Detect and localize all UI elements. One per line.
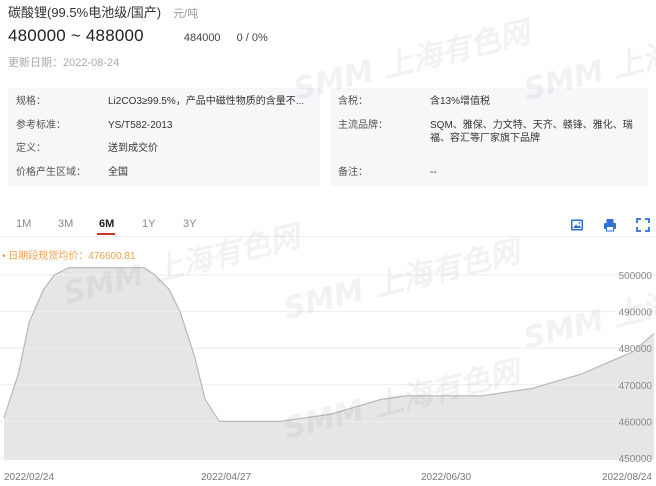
- y-tick-label: 460000: [619, 417, 653, 428]
- tab-3m[interactable]: 3M: [58, 218, 73, 230]
- unit-label: 元/吨: [173, 8, 199, 20]
- y-tick-label: 500000: [619, 271, 653, 282]
- spec-value: Li2CO3≥99.5%，产品中磁性物质的含量不...: [108, 96, 305, 107]
- region-label: 价格产生区域：: [16, 167, 86, 178]
- price-header: 碳酸锂(99.5%电池级/国产) 元/吨: [8, 2, 198, 20]
- tab-1m[interactable]: 1M: [16, 218, 31, 230]
- region-value: 全国: [108, 167, 128, 178]
- tab-3y[interactable]: 3Y: [183, 218, 196, 230]
- image-icon[interactable]: [570, 218, 584, 232]
- update-date: 更新日期：2022-08-24: [8, 57, 120, 69]
- price-change: 0 / 0%: [236, 32, 268, 44]
- x-tick-label: 2022/06/30: [421, 472, 471, 483]
- product-title: 碳酸锂(99.5%电池级/国产): [8, 5, 162, 20]
- print-icon[interactable]: [603, 218, 617, 232]
- remark-value: --: [430, 167, 437, 178]
- definition-label: 定义：: [16, 143, 46, 154]
- chart-legend: • 日期段现货均价：476600.81: [2, 251, 136, 262]
- fullscreen-icon[interactable]: [636, 218, 650, 232]
- standard-value: YS/T582-2013: [108, 120, 173, 131]
- average-price: 484000: [183, 32, 221, 44]
- y-tick-label: 490000: [619, 308, 653, 319]
- tab-1y[interactable]: 1Y: [142, 218, 155, 230]
- tax-value: 含13%增值税: [430, 96, 491, 107]
- y-tick-label: 470000: [619, 381, 653, 392]
- range-tabs: 1M 3M 6M 1Y 3Y: [0, 213, 656, 237]
- y-tick-label: 450000: [619, 454, 653, 465]
- definition-value: 送到成交价: [108, 143, 158, 154]
- x-tick-label: 2022/08/24: [602, 472, 652, 483]
- standard-label: 参考标准：: [16, 120, 66, 131]
- price-row: 480000 ~ 488000 484000 0 / 0%: [8, 26, 268, 46]
- price-chart: • 日期段现货均价：476600.81 450000 460000 470000 48…: [0, 238, 656, 486]
- spec-panel: 规格： Li2CO3≥99.5%，产品中磁性物质的含量不... 参考标准： YS…: [8, 88, 320, 186]
- series-area: [4, 267, 654, 460]
- legend-text: 日期段现货均价：476600.81: [8, 251, 136, 262]
- x-tick-label: 2022/04/27: [201, 472, 251, 483]
- active-tab-indicator: [97, 233, 115, 235]
- price-range: 480000 ~ 488000: [8, 26, 144, 45]
- area-chart-svg: 4500004600004700004800004900005000002022…: [0, 267, 656, 483]
- tax-label: 含税：: [338, 96, 368, 107]
- spec-label: 规格：: [16, 96, 46, 107]
- tab-6m[interactable]: 6M: [99, 218, 114, 230]
- watermark-cn: 上海有色网: [609, 15, 656, 86]
- remark-label: 备注：: [338, 167, 368, 178]
- tax-panel: 含税： 含13%增值税 主流品牌： SQM、雅保、力文特、天齐、赣锋、雅化、瑞福…: [330, 88, 648, 186]
- x-tick-label: 2022/02/24: [4, 472, 54, 483]
- watermark-cn: 上海有色网: [379, 15, 534, 86]
- brands-label: 主流品牌：: [338, 120, 388, 131]
- brands-value: SQM、雅保、力文特、天齐、赣锋、雅化、瑞福、容汇等厂家旗下品牌: [430, 120, 633, 144]
